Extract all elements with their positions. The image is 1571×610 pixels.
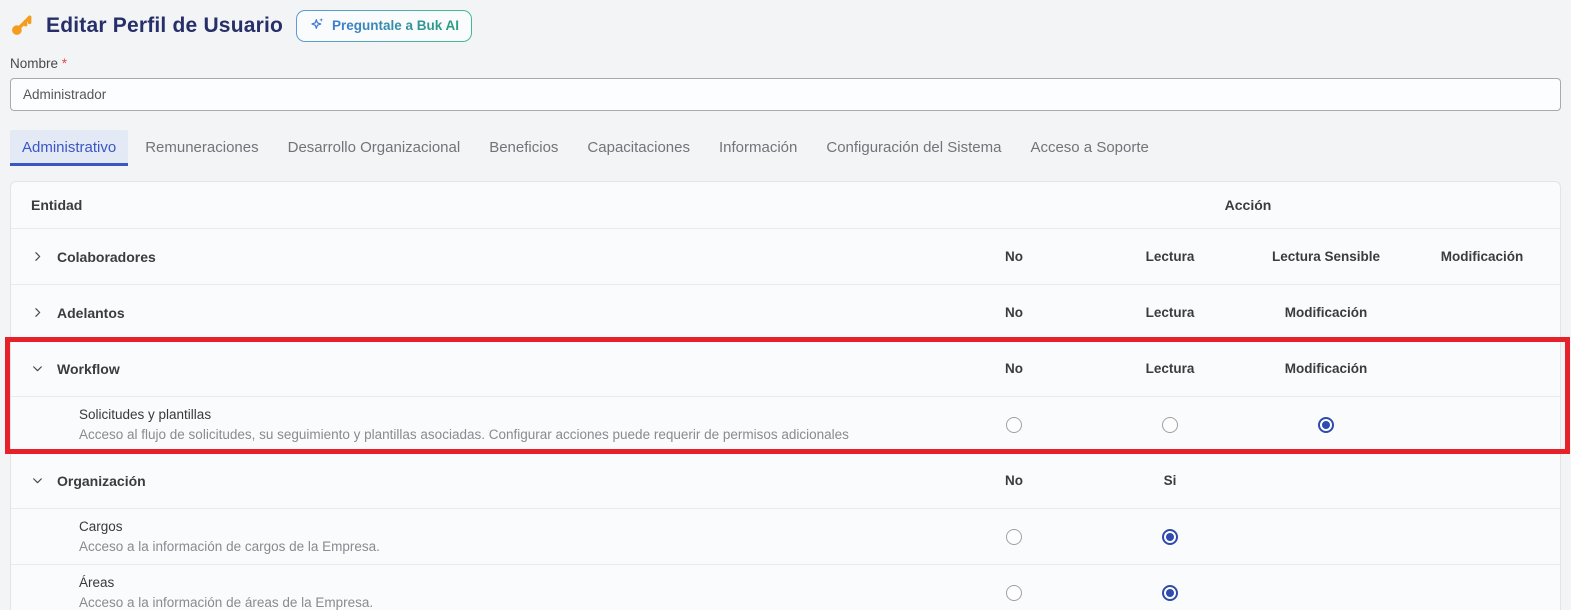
name-input[interactable] [10, 78, 1561, 111]
option-label-lectura: Lectura [1092, 305, 1248, 320]
chevron-right-icon [31, 306, 44, 319]
option-label-no: No [936, 473, 1092, 488]
permission-name: Áreas [79, 575, 936, 590]
table-row-cargos: Cargos Acceso a la información de cargos… [11, 508, 1560, 564]
tab-bar: Administrativo Remuneraciones Desarrollo… [10, 130, 1561, 166]
radio-si-selected[interactable] [1162, 585, 1178, 601]
table-header-row: Entidad Acción [11, 182, 1560, 228]
chevron-down-icon [31, 362, 44, 375]
name-field-label: Nombre * [10, 56, 1561, 71]
tab-desarrollo-organizacional[interactable]: Desarrollo Organizacional [276, 130, 473, 166]
option-label-lectura-sensible: Lectura Sensible [1248, 249, 1404, 264]
option-label-modificacion: Modificación [1248, 361, 1404, 376]
option-label-modificacion: Modificación [1404, 249, 1560, 264]
tab-beneficios[interactable]: Beneficios [477, 130, 570, 166]
table-row-colaboradores[interactable]: Colaboradores No Lectura Lectura Sensibl… [11, 228, 1560, 284]
option-label-no: No [936, 361, 1092, 376]
permission-name: Solicitudes y plantillas [79, 407, 936, 422]
entity-column-header: Entidad [11, 197, 936, 213]
table-row-solicitudes-y-plantillas: Solicitudes y plantillas Acceso al flujo… [11, 396, 1560, 452]
permission-description: Acceso al flujo de solicitudes, su segui… [79, 427, 936, 442]
option-label-si: Si [1092, 473, 1248, 488]
radio-si-selected[interactable] [1162, 529, 1178, 545]
option-label-modificacion: Modificación [1248, 305, 1404, 320]
chevron-down-icon [31, 474, 44, 487]
radio-no[interactable] [1006, 529, 1022, 545]
permission-name: Cargos [79, 519, 936, 534]
tab-administrativo[interactable]: Administrativo [10, 130, 128, 166]
entity-name: Adelantos [57, 305, 125, 321]
permission-description: Acceso a la información de cargos de la … [79, 539, 936, 554]
entity-name: Organización [57, 473, 146, 489]
permissions-table: Entidad Acción Colaboradores No Lectura … [10, 181, 1561, 610]
key-icon [10, 14, 33, 37]
page: Editar Perfil de Usuario Preguntale a Bu… [0, 0, 1571, 610]
option-label-lectura: Lectura [1092, 249, 1248, 264]
tab-remuneraciones[interactable]: Remuneraciones [133, 130, 270, 166]
chevron-right-icon [31, 250, 44, 263]
table-row-workflow[interactable]: Workflow No Lectura Modificación [11, 340, 1560, 396]
table-row-areas: Áreas Acceso a la información de áreas d… [11, 564, 1560, 610]
option-label-lectura: Lectura [1092, 361, 1248, 376]
tab-configuracion-del-sistema[interactable]: Configuración del Sistema [814, 130, 1013, 166]
required-asterisk: * [62, 56, 67, 71]
ask-buk-ai-button[interactable]: Preguntale a Buk AI [296, 10, 472, 42]
sparkle-icon [309, 16, 325, 35]
entity-name: Colaboradores [57, 249, 156, 265]
page-header: Editar Perfil de Usuario Preguntale a Bu… [10, 0, 1561, 42]
tab-acceso-a-soporte[interactable]: Acceso a Soporte [1018, 130, 1160, 166]
option-label-no: No [936, 249, 1092, 264]
ask-buk-ai-label: Preguntale a Buk AI [332, 18, 459, 33]
radio-no[interactable] [1006, 585, 1022, 601]
radio-lectura[interactable] [1162, 417, 1178, 433]
option-label-no: No [936, 305, 1092, 320]
entity-name: Workflow [57, 361, 120, 377]
permission-description: Acceso a la información de áreas de la E… [79, 595, 936, 610]
tab-capacitaciones[interactable]: Capacitaciones [575, 130, 702, 166]
radio-modificacion-selected[interactable] [1318, 417, 1334, 433]
action-column-header: Acción [936, 197, 1560, 213]
radio-no[interactable] [1006, 417, 1022, 433]
page-title: Editar Perfil de Usuario [46, 14, 283, 38]
table-row-organizacion[interactable]: Organización No Si [11, 452, 1560, 508]
tab-informacion[interactable]: Información [707, 130, 809, 166]
table-row-adelantos[interactable]: Adelantos No Lectura Modificación [11, 284, 1560, 340]
